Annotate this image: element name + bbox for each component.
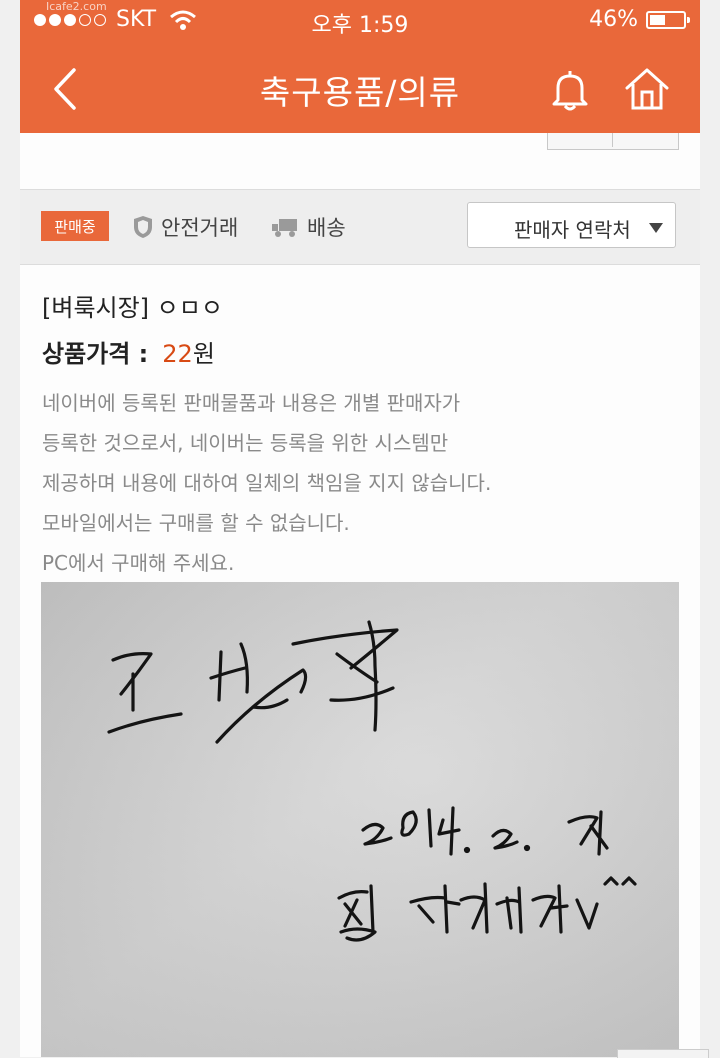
home-icon[interactable]: [623, 66, 671, 112]
stepper-partial[interactable]: [547, 133, 679, 150]
price-unit: 원: [192, 340, 215, 368]
safe-trade-label: 안전거래: [161, 216, 239, 240]
seller-contact-label: 판매자 연락처: [514, 218, 631, 242]
status-right: 46%: [589, 7, 690, 32]
handwritten-signature-image: [107, 620, 637, 942]
bell-icon[interactable]: [548, 68, 592, 112]
safe-trade: 안전거래: [133, 212, 238, 242]
product-title: [벼룩시장] ㅇㅁㅇ: [42, 294, 223, 322]
notice-line: 제공하며 내용에 대하여 일체의 책임을 지지 않습니다.: [42, 471, 492, 495]
battery-percent: 46%: [589, 7, 638, 32]
status-badge: 판매중: [41, 211, 109, 241]
truck-icon: [272, 219, 297, 237]
product-photo: [41, 582, 679, 1057]
notice-line: PC에서 구매해 주세요.: [42, 551, 235, 575]
price-value: 22: [162, 340, 193, 368]
notice-line: 등록한 것으로서, 네이버는 등록을 위한 시스템만: [42, 431, 449, 455]
notice-line: 모바일에서는 구매를 할 수 없습니다.: [42, 511, 350, 535]
shield-icon: [134, 216, 152, 238]
top-bar: Icafe2.com SKT 오후 1:59 46% 축구용품/의류: [20, 0, 700, 133]
shipping-label: 배송: [307, 216, 346, 240]
caret-down-icon: [649, 223, 663, 233]
price-label: 상품가격 :: [42, 340, 149, 368]
product-price: 상품가격 : 22원: [42, 334, 215, 369]
notice-text: 네이버에 등록된 판매물품과 내용은 개별 판매자가 등록한 것으로서, 네이버…: [42, 383, 682, 583]
notice-line: 네이버에 등록된 판매물품과 내용은 개별 판매자가: [42, 391, 461, 415]
seller-contact-dropdown[interactable]: 판매자 연락처: [467, 202, 676, 248]
app-screen: Icafe2.com SKT 오후 1:59 46% 축구용품/의류 판매중 안…: [20, 0, 700, 1057]
battery-icon: [646, 10, 690, 29]
shipping: 배송: [271, 212, 346, 242]
sale-info-bar: 판매중 안전거래 배송 판매자 연락처: [20, 189, 700, 265]
page-title: 축구용품/의류: [259, 73, 461, 112]
status-bar: SKT 오후 1:59 46%: [20, 0, 700, 40]
